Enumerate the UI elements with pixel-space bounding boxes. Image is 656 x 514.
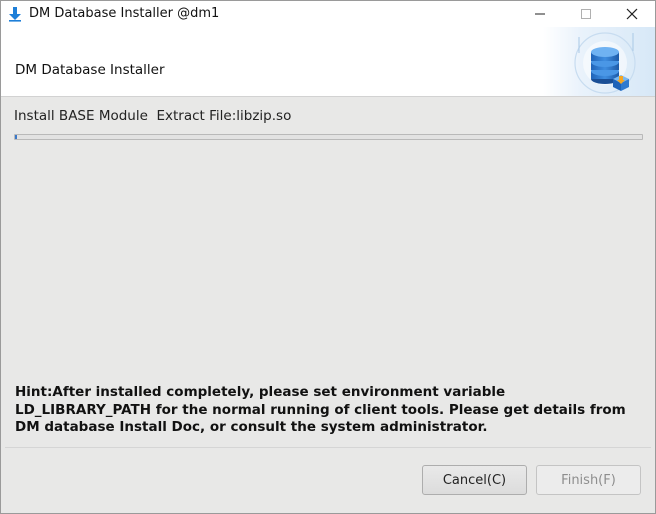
close-icon <box>626 8 638 20</box>
header-banner: DM Database Installer <box>1 27 655 97</box>
close-button[interactable] <box>609 1 655 27</box>
minimize-button[interactable] <box>517 1 563 27</box>
window-title: DM Database Installer @dm1 <box>29 6 220 21</box>
finish-button[interactable]: Finish(F) <box>536 465 641 495</box>
download-arrow-icon <box>9 7 21 22</box>
maximize-icon <box>581 9 591 19</box>
banner-title: DM Database Installer <box>15 62 165 78</box>
title-bar[interactable]: DM Database Installer @dm1 <box>1 1 655 27</box>
install-progress-bar <box>14 134 643 140</box>
cancel-button[interactable]: Cancel(C) <box>422 465 527 495</box>
installer-window: DM Database Installer @dm1 DM Database I… <box>0 0 656 514</box>
status-text: Install BASE Module Extract File:libzip.… <box>14 108 292 124</box>
minimize-icon <box>535 13 545 15</box>
hint-text: Hint:After installed completely, please … <box>15 384 626 435</box>
button-divider <box>5 447 651 448</box>
database-install-icon <box>543 27 655 96</box>
maximize-button[interactable] <box>563 1 609 27</box>
progress-fill <box>15 135 17 139</box>
